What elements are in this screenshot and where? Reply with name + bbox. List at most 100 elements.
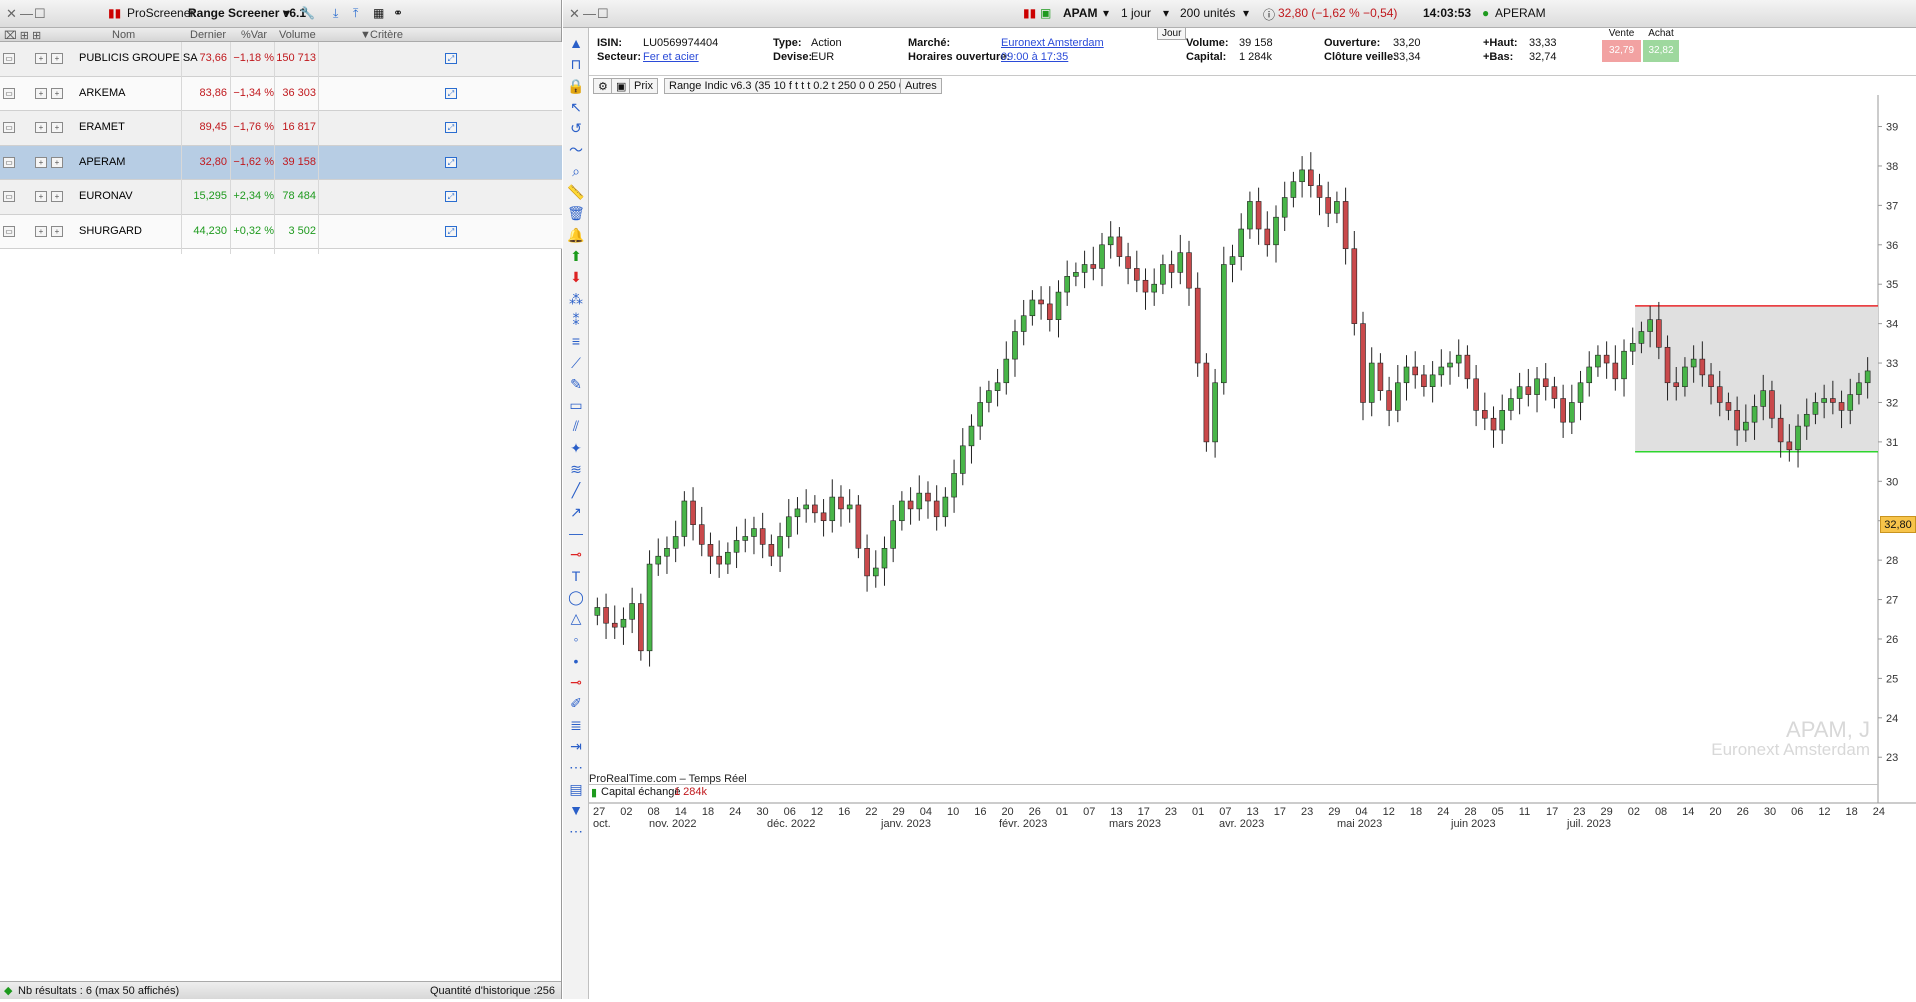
expand-icon[interactable]: + (35, 191, 47, 202)
hours-link[interactable]: 09:00 à 17:35 (1001, 51, 1068, 63)
table-row[interactable]: ▭ + + EURONAV 15,295 +2,34 % 78 484 ⤢ (0, 180, 562, 215)
add-icon[interactable]: + (51, 87, 63, 99)
download-icon[interactable]: ⤓ (333, 6, 338, 21)
table-row[interactable]: ▭ + + SHURGARD 44,230 +0,32 % 3 502 ⤢ (0, 214, 562, 249)
lock-icon[interactable]: ▣ (1040, 6, 1051, 20)
ruler-icon[interactable]: 📏 (567, 183, 585, 201)
add-icon[interactable]: + (51, 191, 63, 202)
share-icon[interactable]: ⚭ (393, 6, 403, 20)
chart-icon[interactable]: ▭ (3, 156, 15, 168)
channel-icon[interactable]: ⫽ (567, 417, 585, 435)
expand-icon[interactable]: + (35, 225, 47, 237)
pen-icon[interactable]: ✐ (567, 694, 585, 712)
lock-icon[interactable]: 🔒 (567, 77, 585, 95)
minimize-icon[interactable]: — (20, 6, 33, 21)
ticker-selector[interactable]: APAM (1063, 6, 1097, 20)
price-chart[interactable]: 23 24 25 26 27 28 29 30 31 32 33 34 35 36 37 38 39 27 02 08… (589, 95, 1916, 999)
trend-icon[interactable]: 〜 (567, 141, 585, 159)
segment-icon[interactable]: ╱ (567, 481, 585, 499)
rectangle-icon[interactable]: ▭ (567, 396, 585, 414)
add-icon[interactable]: + (51, 156, 63, 168)
chart-icon[interactable]: ▭ (3, 122, 15, 133)
fib-icon[interactable]: ⁑ (567, 311, 585, 329)
pencil-icon[interactable]: ✎ (567, 375, 585, 393)
point3-icon[interactable]: ⊸ (567, 673, 585, 691)
maximize-icon[interactable]: ☐ (597, 6, 609, 22)
open-chart-icon[interactable]: ⤢ (445, 225, 457, 237)
gann-icon[interactable]: ≋ (567, 460, 585, 478)
close-icon[interactable]: ✕ (569, 6, 580, 22)
hray-icon[interactable]: ⊸ (567, 545, 585, 563)
settings-icon[interactable]: ⚙ (593, 78, 613, 94)
line-icon[interactable]: ⟋ (567, 354, 585, 372)
arrow-up-icon[interactable]: ▲ (567, 34, 585, 52)
sell-arrow-icon[interactable]: ⬇ (567, 268, 585, 286)
triangle-icon[interactable]: △ (567, 609, 585, 627)
tab-period[interactable]: Jour (1157, 28, 1187, 40)
chart-icon[interactable]: ▭ (3, 53, 15, 64)
col-last[interactable]: Dernier (190, 29, 226, 41)
zoom-icon[interactable]: ⌕ (567, 162, 585, 180)
period-icon[interactable]: ⇥ (567, 737, 585, 755)
open-chart-icon[interactable]: ⤢ (445, 191, 457, 202)
pattern-icon[interactable]: ⁂ (567, 290, 585, 308)
chevron-down-icon[interactable]: ▾ (1243, 6, 1249, 20)
wrench-icon[interactable]: 🔧 (300, 6, 315, 20)
magnet-icon[interactable]: ⊓ (567, 55, 585, 73)
open-chart-icon[interactable]: ⤢ (445, 87, 457, 99)
hline-icon[interactable]: — (567, 524, 585, 542)
ray-icon[interactable]: ↗ (567, 503, 585, 521)
sell-button[interactable]: 32,79 (1602, 40, 1641, 62)
point2-icon[interactable]: • (567, 652, 585, 670)
text-icon[interactable]: T (567, 567, 585, 585)
cursor-icon[interactable]: ↖ (567, 98, 585, 116)
grid-icon[interactable]: ▦ (373, 6, 384, 20)
chart-icon[interactable]: ▭ (3, 87, 15, 99)
more-icon[interactable]: ⋯ (567, 822, 585, 840)
indicator-price[interactable]: Prix (629, 78, 658, 94)
arrow-down-icon[interactable]: ▼ (567, 801, 585, 819)
dots-icon[interactable]: ⋯ (567, 758, 585, 776)
chevron-down-icon[interactable]: ▾ (1103, 6, 1109, 20)
expand-icon[interactable]: + (35, 87, 47, 99)
market-link[interactable]: Euronext Amsterdam (1001, 37, 1104, 49)
sector-link[interactable]: Fer et acier (643, 51, 699, 63)
buy-arrow-icon[interactable]: ⬆ (567, 247, 585, 265)
expand-icon[interactable]: + (35, 53, 47, 64)
add-icon[interactable]: + (51, 53, 63, 64)
indicator-range[interactable]: Range Indic v6.3 (35 10 f t t t 0.2 t 25… (664, 78, 929, 94)
fibo2-icon[interactable]: ≣ (567, 716, 585, 734)
indicator-others[interactable]: Autres (900, 78, 942, 94)
minimize-icon[interactable]: — (583, 6, 596, 21)
table-row[interactable]: ▭ + + ARKEMA 83,86 −1,34 % 36 303 ⤢ (0, 76, 562, 111)
info-icon[interactable]: ⓘ (1263, 6, 1275, 23)
table-row[interactable]: ▭ + + PUBLICIS GROUPE SA 73,66 −1,18 % 150 713… (0, 42, 562, 77)
units-selector[interactable]: 200 unités (1180, 6, 1235, 20)
add-icon[interactable]: + (51, 225, 63, 237)
close-icon[interactable]: ✕ (6, 6, 17, 22)
trash-icon[interactable]: 🗑 (567, 204, 585, 222)
buy-button[interactable]: 32,82 (1643, 40, 1679, 62)
timeframe-selector[interactable]: 1 jour (1121, 6, 1151, 20)
undo-icon[interactable]: ↺ (567, 119, 585, 137)
candlestick-chart[interactable]: 23 24 25 26 27 28 29 30 31 32 33 34 35 36 37 38 39 27 02 08… (589, 95, 1916, 999)
maximize-icon[interactable]: ☐ (34, 6, 46, 22)
col-criteria[interactable]: Critère (370, 29, 403, 41)
expand-icon[interactable]: + (35, 122, 47, 133)
chevron-down-icon[interactable]: ▾ (284, 6, 290, 20)
open-chart-icon[interactable]: ⤢ (445, 53, 457, 64)
open-chart-icon[interactable]: ⤢ (445, 122, 457, 133)
col-name[interactable]: Nom (112, 29, 135, 41)
chart-icon[interactable]: ▭ (3, 225, 15, 237)
grid2-icon[interactable]: ▤ (567, 780, 585, 798)
chevron-down-icon[interactable]: ▾ (1163, 6, 1169, 20)
upload-icon[interactable]: ⤒ (353, 6, 358, 21)
col-var[interactable]: %Var (241, 29, 267, 41)
chart-icon[interactable]: ▭ (3, 191, 15, 202)
alert-icon[interactable]: 🔔 (567, 226, 585, 244)
star-icon[interactable]: ✦ (567, 439, 585, 457)
add-icon[interactable]: + (51, 122, 63, 133)
open-chart-icon[interactable]: ⤢ (445, 156, 457, 168)
ellipse-icon[interactable]: ◯ (567, 588, 585, 606)
point-icon[interactable]: ◦ (567, 630, 585, 648)
